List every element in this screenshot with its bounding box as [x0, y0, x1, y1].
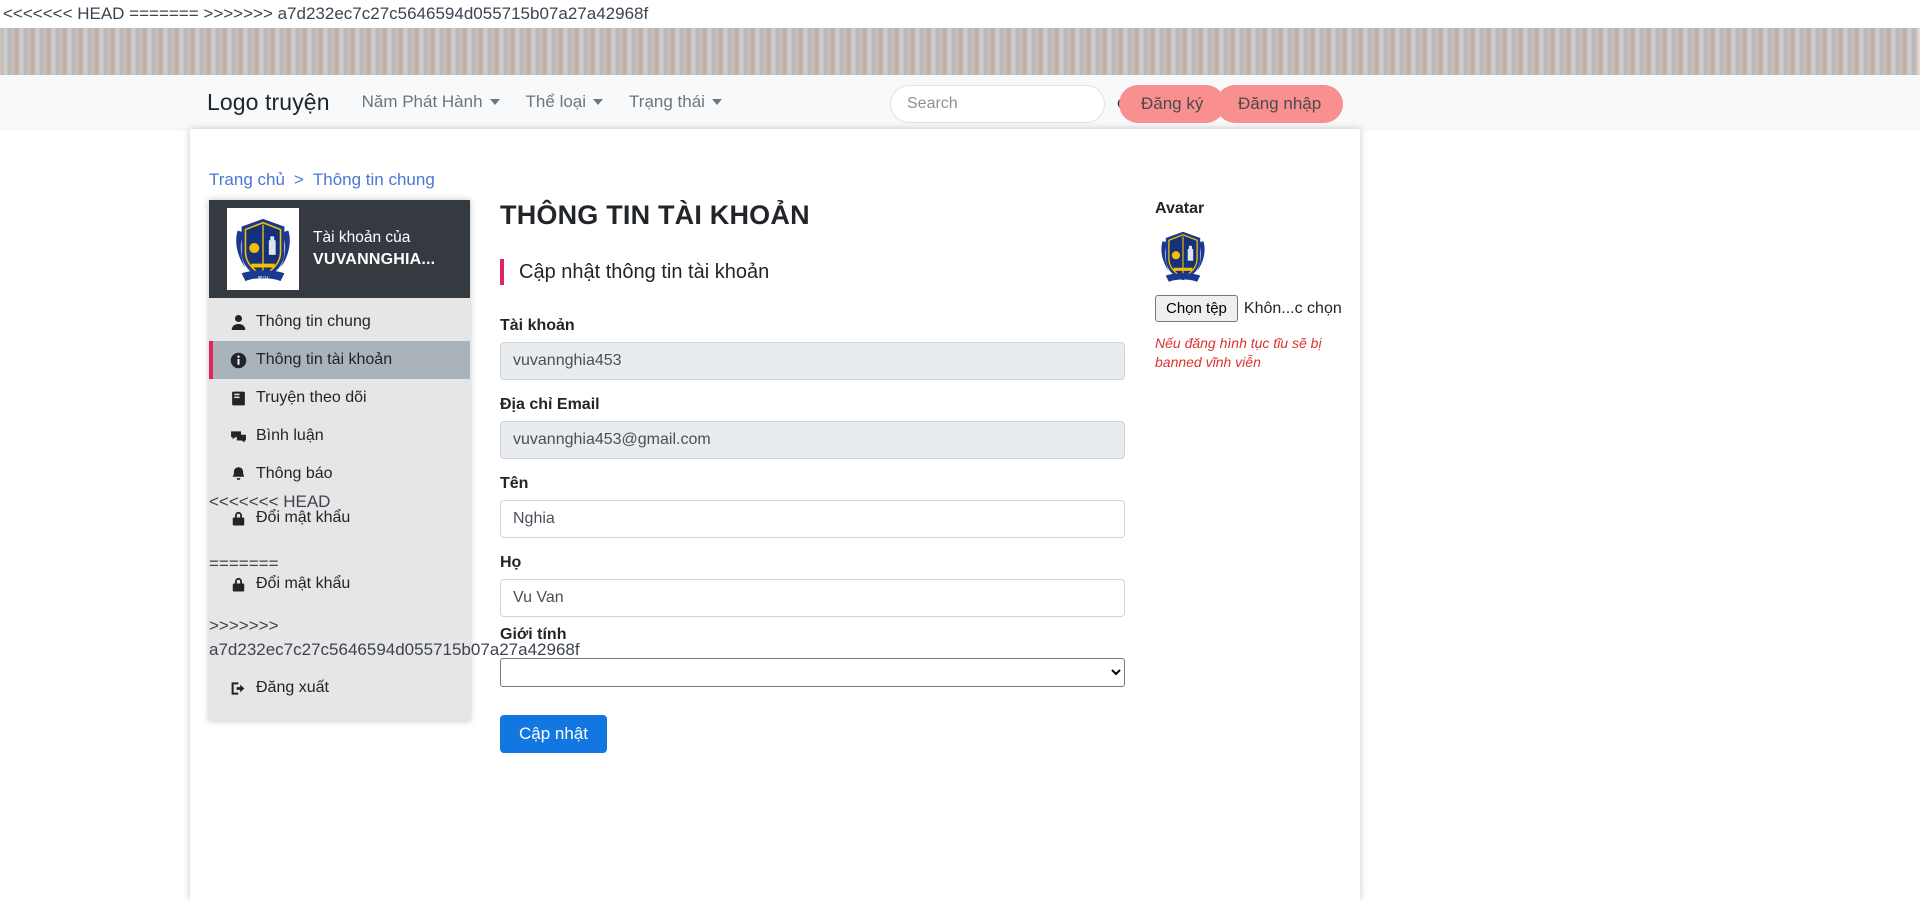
- sidebar-item-truyen-theo-doi[interactable]: Truyện theo dõi: [209, 379, 470, 417]
- nav-links: Năm Phát Hành Thể loại Trạng thái: [362, 92, 722, 112]
- info-circle-icon: [230, 352, 247, 368]
- chevron-down-icon: [489, 99, 500, 105]
- breadcrumb: Trang chủ > Thông tin chung: [209, 170, 435, 190]
- field-label: Họ: [500, 554, 522, 571]
- search-box[interactable]: [890, 85, 1133, 123]
- sidebar-header-line2: VUVANNGHIA...: [313, 250, 436, 268]
- git-conflict-head-marker: <<<<<<< HEAD: [209, 492, 331, 511]
- sidebar-item-thong-bao[interactable]: Thông báo: [209, 455, 470, 493]
- avatar-label: Avatar: [1155, 200, 1205, 217]
- chevron-down-icon: [593, 99, 604, 105]
- sidebar-item-label: Bình luận: [256, 427, 324, 444]
- field-label: Địa chỉ Email: [500, 396, 600, 413]
- sidebar-item-label: Đăng xuất: [256, 679, 329, 696]
- git-conflict-commit-hash: a7d232ec7c27c5646594d055715b07a27a42968f: [209, 640, 580, 659]
- search-input[interactable]: [905, 94, 1116, 114]
- lock-icon: [232, 511, 245, 526]
- submit-button[interactable]: Cập nhật: [500, 715, 607, 753]
- sidebar-item-label: Đổi mật khẩu: [256, 575, 351, 592]
- university-crest-icon: BVU: [227, 208, 299, 290]
- nav-item-label: Trạng thái: [629, 92, 705, 111]
- user-icon: [231, 314, 246, 330]
- comments-icon: [231, 430, 246, 443]
- field-label: Tên: [500, 475, 529, 492]
- username-input[interactable]: [500, 342, 1125, 380]
- gender-select[interactable]: Nam Nữ: [500, 658, 1125, 687]
- signup-button[interactable]: Đăng ký: [1119, 85, 1226, 123]
- git-conflict-top-banner: <<<<<<< HEAD ======= >>>>>>> a7d232ec7c2…: [0, 0, 1920, 28]
- sidebar-item-label: Truyện theo dõi: [256, 389, 367, 406]
- brand-logo[interactable]: Logo truyện: [207, 89, 330, 116]
- sidebar-header: BVU Tài khoản của VUVANNGHIA...: [209, 200, 470, 298]
- firstname-input[interactable]: [500, 500, 1125, 538]
- field-label: Tài khoản: [500, 317, 575, 334]
- avatar-file-row: Chọn tệp Khôn...c chọn: [1155, 295, 1360, 322]
- section-accent-bar: [500, 259, 504, 285]
- choose-file-button[interactable]: Chọn tệp: [1155, 295, 1238, 322]
- bookshelf-texture-overlay: [0, 28, 1920, 75]
- field-ho: Họ: [500, 554, 1125, 617]
- content-container: Trang chủ > Thông tin chung BVU Tài khoả…: [190, 129, 1360, 901]
- chevron-down-icon: [711, 99, 722, 105]
- avatar-section: Avatar Chọn tệp Khôn...c chọn Nếu đăng h…: [1155, 200, 1360, 372]
- file-status-text: Khôn...c chọn: [1243, 299, 1342, 317]
- bell-icon: [232, 466, 245, 480]
- book-icon: [232, 391, 245, 405]
- email-input[interactable]: [500, 421, 1125, 459]
- sidebar-item-label: Thông báo: [256, 465, 333, 482]
- sidebar-item-thong-tin-chung[interactable]: Thông tin chung: [209, 303, 470, 341]
- hero-bookshelf-banner: [0, 28, 1920, 75]
- sidebar-item-thong-tin-tai-khoan[interactable]: Thông tin tài khoản: [209, 341, 470, 379]
- signin-button[interactable]: Đăng nhập: [1216, 85, 1344, 123]
- lock-icon: [232, 577, 245, 592]
- field-ten: Tên: [500, 475, 1125, 538]
- avatar-warning-text: Nếu đăng hình tục tĩu sẽ bị banned vĩnh …: [1155, 335, 1322, 370]
- field-dia-chi-email: Địa chỉ Email: [500, 396, 1125, 459]
- sidebar-header-line1: Tài khoản của: [313, 228, 411, 246]
- nav-item-trang-thai[interactable]: Trạng thái: [629, 92, 722, 112]
- nav-item-label: Năm Phát Hành: [361, 92, 483, 111]
- page-root: Logo truyện Năm Phát Hành Thể loại Trạng…: [0, 28, 1920, 901]
- nav-item-label: Thể loại: [525, 92, 587, 111]
- git-conflict-arrows-marker: >>>>>>>: [209, 616, 279, 635]
- sidebar-item-binh-luan[interactable]: Bình luận: [209, 417, 470, 455]
- section-title: Cập nhật thông tin tài khoản: [519, 260, 770, 283]
- crest-svg: BVU: [236, 218, 290, 282]
- sidebar-item-dang-xuat[interactable]: Đăng xuất: [209, 669, 470, 707]
- university-crest-icon: [1161, 231, 1205, 282]
- navbar: Logo truyện Năm Phát Hành Thể loại Trạng…: [0, 75, 1920, 129]
- form-fields: Tài khoản Địa chỉ Email Tên Họ Giới tính: [500, 317, 1125, 753]
- avatar: [1155, 228, 1211, 284]
- breadcrumb-home[interactable]: Trang chủ: [209, 170, 285, 190]
- breadcrumb-separator: >: [293, 170, 304, 189]
- sign-out-icon: [231, 681, 245, 695]
- lastname-input[interactable]: [500, 579, 1125, 617]
- breadcrumb-current[interactable]: Thông tin chung: [313, 170, 435, 190]
- sidebar-header-text: Tài khoản của VUVANNGHIA...: [313, 228, 435, 271]
- sidebar-item-label: Thông tin tài khoản: [256, 351, 393, 368]
- svg-text:BVU: BVU: [258, 276, 269, 282]
- field-gioi-tinh: Giới tính Nam Nữ: [500, 626, 1125, 687]
- sidebar-item-label: Thông tin chung: [256, 313, 371, 330]
- field-tai-khoan: Tài khoản: [500, 317, 1125, 380]
- nav-item-nam-phat-hanh[interactable]: Năm Phát Hành: [362, 92, 500, 112]
- field-label: Giới tính: [500, 626, 567, 643]
- git-conflict-equals-marker: =======: [209, 554, 279, 573]
- sidebar-bottom-pad: [209, 707, 470, 713]
- nav-item-the-loai[interactable]: Thể loại: [525, 92, 604, 112]
